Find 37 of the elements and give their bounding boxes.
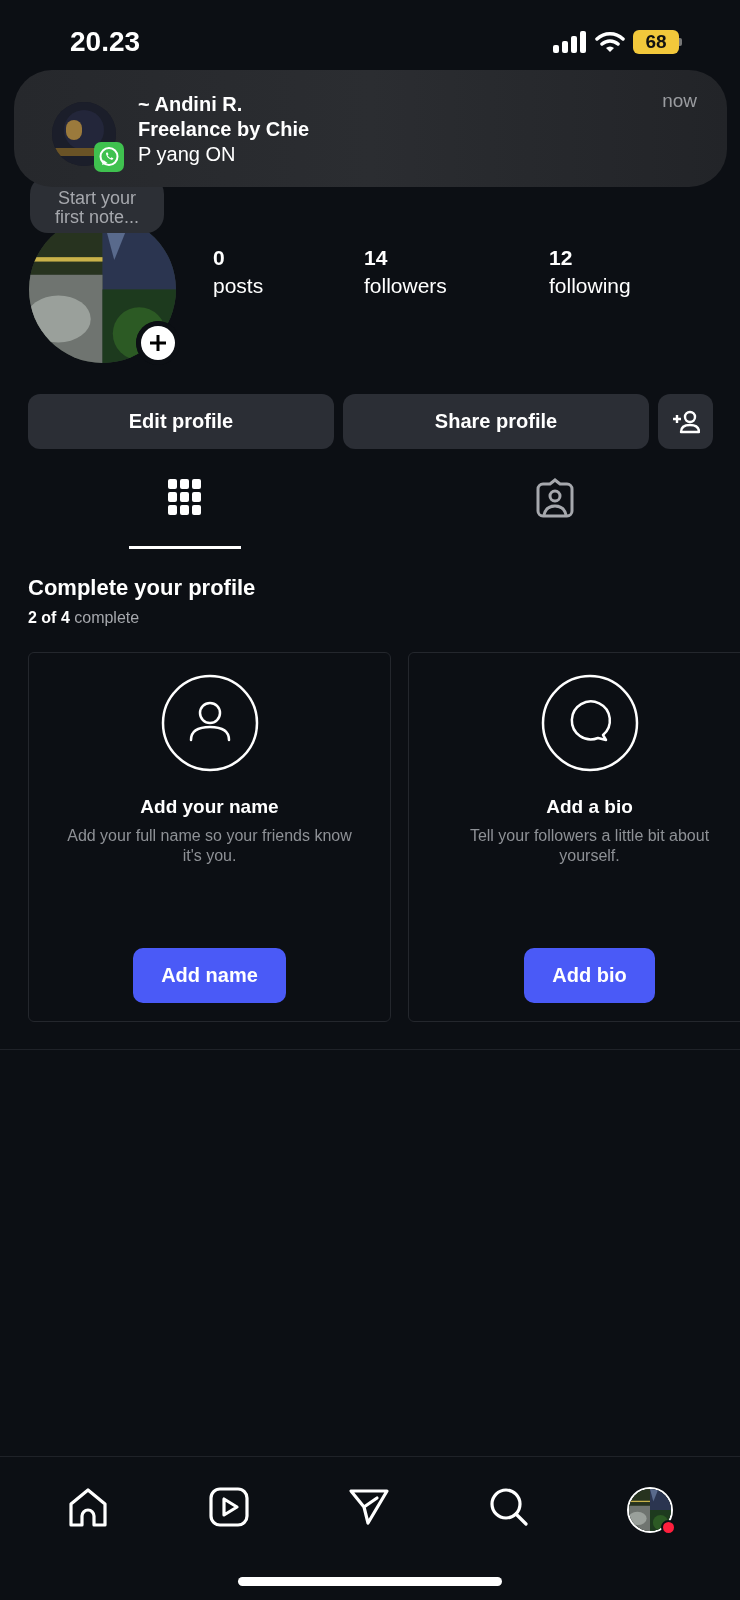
- card-title: Add a bio: [546, 796, 633, 818]
- tagged-person-icon: [535, 477, 575, 518]
- stat-count: 14: [364, 245, 389, 271]
- notification-message: P yang ON: [138, 142, 237, 167]
- speech-bubble-icon: [540, 674, 639, 772]
- home-icon[interactable]: [67, 1487, 110, 1529]
- notification-group: Freelance by Chie: [138, 117, 641, 142]
- card-action-button[interactable]: Add bio: [524, 948, 655, 1003]
- stat-count: 12: [549, 245, 574, 271]
- notification-time: now: [662, 90, 697, 113]
- notification-sender: ~ Andini R.: [138, 92, 244, 117]
- battery-level: 68: [633, 30, 679, 54]
- profile-avatar[interactable]: [626, 1487, 673, 1533]
- profile-action-button[interactable]: Edit profile: [28, 394, 334, 449]
- grid-icon: [168, 478, 202, 517]
- profile-action-button[interactable]: Share profile: [343, 394, 649, 449]
- section-title: Complete your profile: [28, 574, 257, 602]
- person-icon: [160, 674, 259, 772]
- card-title: Add your name: [140, 796, 279, 818]
- stat-label: followers: [364, 273, 448, 299]
- progress-text: 2 of 4 complete: [28, 609, 141, 627]
- stat-label: following: [549, 273, 631, 299]
- play-icon[interactable]: [208, 1487, 249, 1527]
- discover-people-button[interactable]: [658, 394, 713, 449]
- paper-plane-icon[interactable]: [347, 1487, 390, 1527]
- signal-icon: [553, 31, 587, 53]
- notification-toast[interactable]: ~ Andini R. Freelance by Chie P yang ON now: [14, 70, 727, 187]
- stat-label: posts: [213, 273, 265, 299]
- wifi-icon: [595, 31, 625, 53]
- stat-count: 0: [213, 245, 226, 271]
- add-person-icon: [671, 409, 700, 434]
- card-action-button[interactable]: Add name: [133, 948, 286, 1003]
- search-icon[interactable]: [489, 1487, 530, 1527]
- status-time: 20.23: [70, 26, 141, 58]
- card-description: Tell your followers a little bit about yourself.: [468, 826, 711, 866]
- card-description: Add your full name so your friends know it's you.: [66, 826, 353, 866]
- chat-app-icon: [94, 142, 124, 172]
